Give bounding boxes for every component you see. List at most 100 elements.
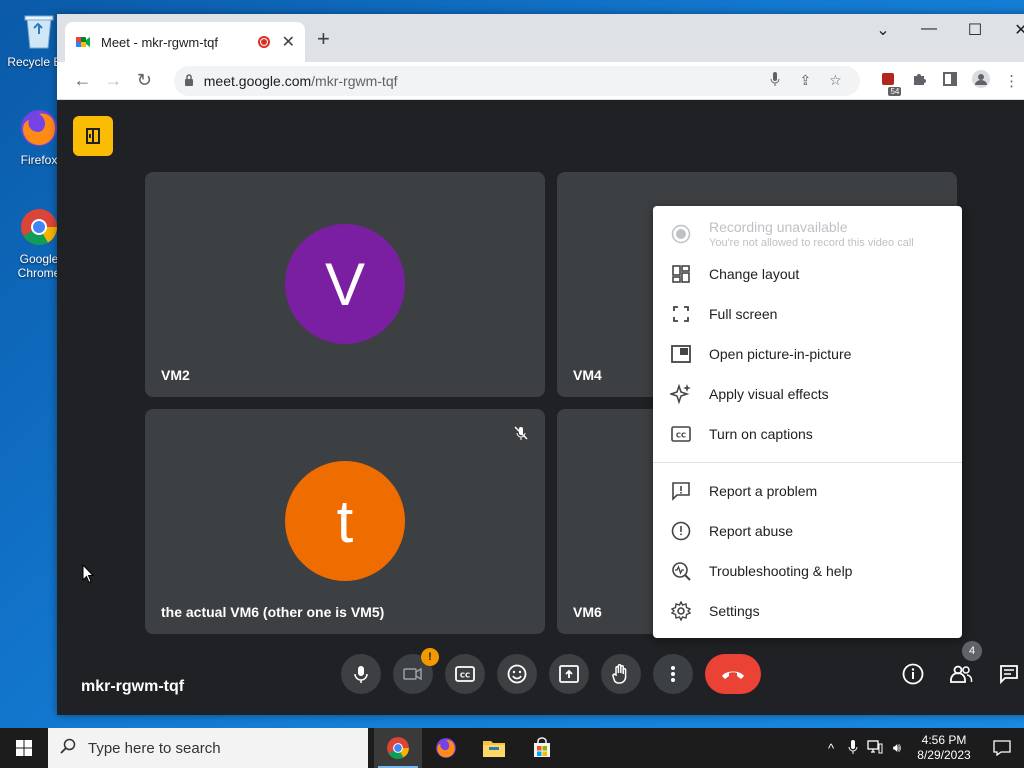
lock-icon[interactable] — [184, 73, 194, 89]
menu-item-label: Settings — [709, 603, 760, 619]
info-icon — [902, 663, 924, 685]
menu-item-change-layout[interactable]: Change layout — [653, 254, 962, 294]
recycle-bin-icon — [17, 8, 61, 52]
search-placeholder: Type here to search — [88, 739, 221, 757]
taskbar-firefox[interactable] — [422, 728, 470, 768]
menu-item-full-screen[interactable]: Full screen — [653, 294, 962, 334]
mouse-cursor-icon — [82, 563, 95, 589]
browser-window: Meet - mkr-rgwm-tqf ✕ + ⌄ — ☐ ✕ ← → ↻ me… — [57, 14, 1024, 715]
share-icon[interactable]: ⇪ — [790, 72, 820, 89]
menu-item-label: Recording unavailable — [709, 219, 848, 235]
close-window-icon[interactable]: ✕ — [1001, 20, 1024, 40]
side-panel-icon[interactable] — [934, 71, 965, 90]
taskbar: Type here to search ^ 🔊︎ 4:56 PM 8/29/20… — [0, 728, 1024, 768]
start-button[interactable] — [0, 728, 48, 768]
host-controls-icon[interactable] — [73, 116, 113, 156]
captions-button[interactable]: CC — [445, 654, 485, 694]
menu-item-troubleshooting[interactable]: Troubleshooting & help — [653, 551, 962, 591]
microphone-button[interactable] — [341, 654, 381, 694]
show-hidden-icons-chevron-icon[interactable]: ^ — [820, 741, 842, 756]
menu-divider — [653, 462, 962, 463]
participant-tile[interactable]: t the actual VM6 (other one is VM5) — [145, 409, 545, 634]
microphone-in-use-icon[interactable] — [842, 739, 864, 757]
people-icon — [950, 665, 973, 683]
menu-item-report-abuse[interactable]: Report abuse — [653, 511, 962, 551]
reload-icon[interactable]: ↻ — [129, 65, 160, 97]
menu-item-picture-in-picture[interactable]: Open picture-in-picture — [653, 334, 962, 374]
reactions-button[interactable] — [497, 654, 537, 694]
participant-avatar: t — [285, 461, 405, 581]
meet-favicon-icon — [75, 34, 91, 50]
bookmark-star-icon[interactable]: ☆ — [820, 72, 850, 89]
emoji-icon — [507, 664, 527, 684]
camera-button[interactable]: ! — [393, 648, 439, 694]
menu-item-sublabel: You're not allowed to record this video … — [709, 237, 914, 249]
maximize-icon[interactable]: ☐ — [955, 20, 995, 40]
clock-time: 4:56 PM — [921, 733, 967, 747]
taskbar-search-box[interactable]: Type here to search — [48, 728, 368, 768]
participant-tile[interactable]: V VM2 — [145, 172, 545, 397]
new-tab-button[interactable]: + — [317, 28, 330, 50]
chat-icon — [1000, 665, 1018, 684]
menu-item-label: Change layout — [709, 266, 800, 282]
menu-item-label: Apply visual effects — [709, 386, 829, 402]
menu-item-label: Turn on captions — [709, 426, 813, 442]
svg-text:CC: CC — [676, 432, 686, 440]
menu-item-report-problem[interactable]: Report a problem — [653, 471, 962, 511]
chat-button[interactable] — [989, 654, 1024, 694]
volume-icon[interactable]: 🔊︎ — [886, 740, 908, 756]
present-button[interactable] — [549, 654, 589, 694]
forward-icon[interactable]: → — [98, 65, 129, 97]
end-call-button[interactable] — [705, 654, 761, 694]
minimize-icon[interactable]: — — [909, 20, 949, 38]
tab-meet[interactable]: Meet - mkr-rgwm-tqf ✕ — [65, 22, 305, 62]
desktop-icon-label: Firefox — [20, 153, 58, 167]
taskbar-file-explorer[interactable] — [470, 728, 518, 768]
recording-indicator-icon — [257, 36, 270, 48]
tab-strip: Meet - mkr-rgwm-tqf ✕ + ⌄ — ☐ ✕ — [57, 14, 1024, 62]
layout-icon — [669, 262, 693, 286]
taskbar-store[interactable] — [518, 728, 566, 768]
raise-hand-button[interactable] — [601, 654, 641, 694]
menu-item-visual-effects[interactable]: Apply visual effects — [653, 374, 962, 414]
search-icon — [60, 738, 76, 758]
menu-item-label: Troubleshooting & help — [709, 563, 853, 579]
extensions-puzzle-icon[interactable] — [903, 72, 934, 90]
tab-search-chevron-icon[interactable]: ⌄ — [863, 20, 903, 40]
firefox-icon — [17, 106, 61, 150]
participant-avatar: V — [285, 224, 405, 344]
browser-menu-icon[interactable]: ⋮ — [996, 72, 1024, 90]
captions-icon: CC — [669, 422, 693, 446]
network-icon[interactable] — [864, 739, 886, 757]
participant-name: the actual VM6 (other one is VM5) — [161, 604, 385, 620]
windows-logo-icon — [16, 740, 32, 756]
present-screen-icon — [559, 665, 579, 683]
clock-date: 8/29/2023 — [917, 748, 971, 762]
mic-muted-icon — [513, 425, 529, 446]
address-bar[interactable]: meet.google.com/mkr-rgwm-tqf ⇪ ☆ — [173, 65, 861, 96]
gear-icon — [669, 599, 693, 623]
taskbar-chrome[interactable] — [374, 728, 422, 768]
more-options-button[interactable] — [653, 654, 693, 694]
record-icon — [669, 222, 693, 246]
back-icon[interactable]: ← — [67, 65, 98, 97]
notification-center-icon[interactable] — [980, 740, 1024, 756]
meet-stage: V VM2 VM4 t the actual VM6 (other one is… — [57, 100, 1024, 715]
camera-icon — [403, 667, 422, 681]
url-path: /mkr-rgwm-tqf — [311, 72, 398, 89]
tab-close-icon[interactable]: ✕ — [282, 32, 295, 52]
profile-avatar-icon[interactable] — [965, 69, 996, 92]
extension-icon[interactable]: 54 — [872, 72, 903, 96]
menu-item-settings[interactable]: Settings — [653, 591, 962, 631]
sparkle-icon — [669, 382, 693, 406]
menu-item-captions[interactable]: CC Turn on captions — [653, 414, 962, 454]
system-tray: ^ 🔊︎ 4:56 PM 8/29/2023 — [820, 728, 1024, 768]
troubleshoot-icon — [669, 559, 693, 583]
participant-name: VM4 — [573, 367, 602, 383]
tab-title: Meet - mkr-rgwm-tqf — [101, 34, 218, 50]
participant-name: VM6 — [573, 604, 602, 620]
clock[interactable]: 4:56 PM 8/29/2023 — [908, 733, 980, 763]
meeting-details-button[interactable] — [893, 654, 933, 694]
extension-badge: 54 — [888, 86, 902, 96]
microphone-permission-icon[interactable] — [760, 72, 790, 89]
